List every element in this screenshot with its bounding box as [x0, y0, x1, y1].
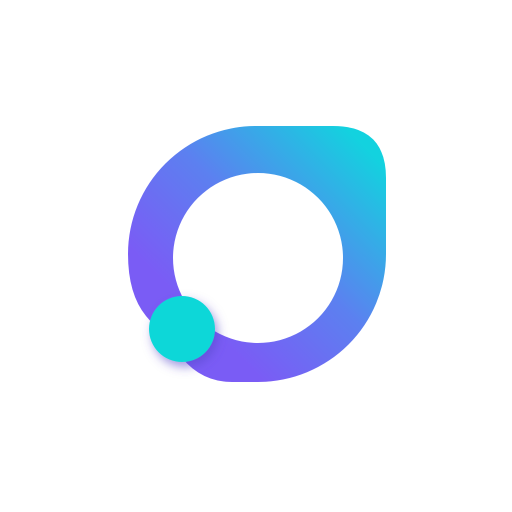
app-icon-canvas — [0, 0, 512, 512]
ring-with-dot-logo-icon — [128, 126, 386, 382]
logo-dot-shape — [149, 296, 215, 362]
